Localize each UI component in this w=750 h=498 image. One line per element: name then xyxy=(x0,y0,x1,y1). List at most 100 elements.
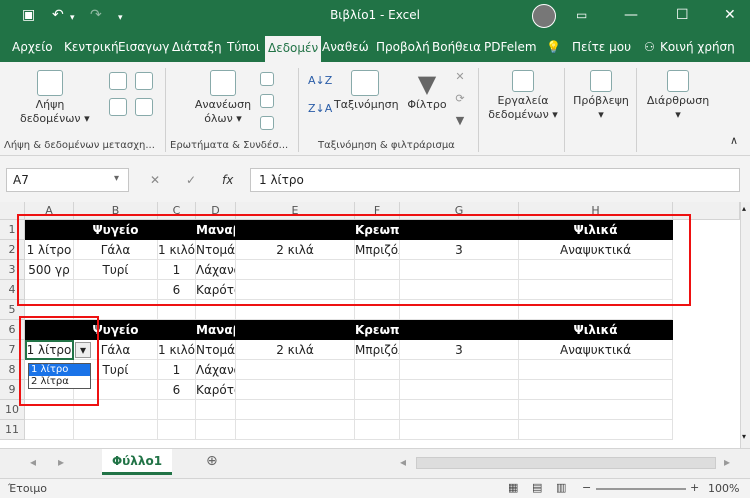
page-break-icon[interactable]: ▥ xyxy=(556,481,566,494)
table-cell[interactable] xyxy=(236,380,355,400)
table-cell[interactable]: Τυρί xyxy=(74,260,158,280)
empty-cell[interactable] xyxy=(519,400,673,420)
empty-cell[interactable] xyxy=(355,400,400,420)
table-cell[interactable]: Μπριζόλες xyxy=(355,340,400,360)
row-header[interactable]: 5 xyxy=(0,300,25,320)
table-cell[interactable]: Λάχανο xyxy=(196,360,236,380)
row-header[interactable]: 3 xyxy=(0,260,25,280)
hscroll-right-icon[interactable]: ▸ xyxy=(724,455,730,469)
table-cell[interactable]: 3 xyxy=(400,340,519,360)
table-cell[interactable]: Ντομάτες xyxy=(196,240,236,260)
from-text-button[interactable] xyxy=(108,72,128,92)
sheet-tab-1[interactable]: Φύλλο1 xyxy=(102,449,172,475)
zoom-level[interactable]: 100% xyxy=(708,482,739,495)
row-header[interactable]: 2 xyxy=(0,240,25,260)
row-header[interactable]: 8 xyxy=(0,360,25,380)
table-cell[interactable]: 1 xyxy=(158,260,196,280)
table-header-cell[interactable] xyxy=(236,220,355,240)
table-cell[interactable] xyxy=(400,260,519,280)
validation-dropdown-list[interactable]: 1 λίτρο 2 λίτρα xyxy=(28,363,91,389)
hscroll-left-icon[interactable]: ◂ xyxy=(400,455,406,469)
validation-dropdown-arrow-icon[interactable]: ▾ xyxy=(75,342,91,358)
table-cell[interactable]: 6 xyxy=(158,280,196,300)
empty-cell[interactable] xyxy=(236,400,355,420)
table-cell[interactable]: 1 λίτρο xyxy=(25,240,74,260)
empty-cell[interactable] xyxy=(158,420,196,440)
row-header[interactable]: 7 xyxy=(0,340,25,360)
table-cell[interactable] xyxy=(236,260,355,280)
lightbulb-icon[interactable]: 💡 xyxy=(546,32,561,62)
insert-function-icon[interactable]: fx xyxy=(222,173,233,187)
forecast-button[interactable]: Πρόβλεψη ▾ xyxy=(570,70,632,122)
table-cell[interactable]: 6 xyxy=(158,380,196,400)
table-header-cell[interactable]: Ψυγείο xyxy=(74,220,158,240)
tab-layout[interactable]: Διάταξη xyxy=(172,32,222,62)
tell-me[interactable]: Πείτε μου xyxy=(572,32,631,62)
refresh-all-button[interactable]: Ανανέωση όλων ▾ xyxy=(190,70,256,126)
table-cell[interactable]: 3 xyxy=(400,240,519,260)
column-header[interactable]: F xyxy=(355,202,400,220)
table-header-cell[interactable]: Ψιλικά xyxy=(519,320,673,340)
table-cell[interactable] xyxy=(519,360,673,380)
row-header[interactable]: 9 xyxy=(0,380,25,400)
dropdown-option[interactable]: 2 λίτρα xyxy=(29,376,90,388)
zoom-in-icon[interactable]: + xyxy=(690,481,699,494)
empty-cell[interactable] xyxy=(74,400,158,420)
table-cell[interactable] xyxy=(236,360,355,380)
tab-data[interactable]: Δεδομέν xyxy=(265,36,322,62)
table-cell[interactable] xyxy=(355,260,400,280)
empty-cell[interactable] xyxy=(25,400,74,420)
empty-cell[interactable] xyxy=(74,300,158,320)
sort-za-button[interactable]: Z↓A xyxy=(308,102,332,116)
tab-file[interactable]: Αρχείο xyxy=(12,32,53,62)
cancel-icon[interactable]: ✕ xyxy=(150,173,160,187)
table-cell[interactable]: 1 κιλό xyxy=(158,340,196,360)
empty-cell[interactable] xyxy=(355,420,400,440)
column-header[interactable]: G xyxy=(400,202,519,220)
table-cell[interactable]: Αναψυκτικά xyxy=(519,240,673,260)
row-header[interactable]: 10 xyxy=(0,400,25,420)
table-cell[interactable] xyxy=(236,280,355,300)
name-box[interactable]: A7 xyxy=(6,168,129,192)
empty-cell[interactable] xyxy=(400,300,519,320)
tab-review[interactable]: Αναθεώ xyxy=(322,32,369,62)
table-cell[interactable] xyxy=(519,380,673,400)
table-cell[interactable] xyxy=(400,360,519,380)
close-icon[interactable]: ✕ xyxy=(724,6,736,24)
table-cell[interactable]: Ντομάτες xyxy=(196,340,236,360)
filter-button[interactable]: ▼ Φίλτρο xyxy=(404,70,450,112)
enter-icon[interactable]: ✓ xyxy=(186,173,196,187)
empty-cell[interactable] xyxy=(196,420,236,440)
existing-connections-button[interactable] xyxy=(134,98,154,118)
add-sheet-icon[interactable]: ⊕ xyxy=(206,453,218,469)
table-header-cell[interactable]: Μαναβική xyxy=(196,320,236,340)
empty-cell[interactable] xyxy=(25,300,74,320)
page-layout-icon[interactable]: ▤ xyxy=(532,481,542,494)
table-cell[interactable]: Γάλα xyxy=(74,240,158,260)
sheet-next-icon[interactable]: ▸ xyxy=(58,455,64,469)
properties-button[interactable] xyxy=(258,94,276,110)
table-cell[interactable]: Λάχανο xyxy=(196,260,236,280)
table-header-cell[interactable]: Κρεωπολείο xyxy=(355,320,400,340)
row-header[interactable]: 11 xyxy=(0,420,25,440)
get-data-button[interactable]: Λήψη δεδομένων ▾ xyxy=(20,70,90,126)
empty-cell[interactable] xyxy=(236,420,355,440)
table-cell[interactable]: Αναψυκτικά xyxy=(519,340,673,360)
table-cell[interactable]: 1 κιλό xyxy=(158,240,196,260)
clear-button[interactable]: ✕ xyxy=(452,70,468,84)
recent-sources-button[interactable] xyxy=(134,72,154,92)
table-header-cell[interactable]: Ψιλικά xyxy=(519,220,673,240)
reapply-button[interactable]: ⟳ xyxy=(452,92,468,106)
table-cell[interactable] xyxy=(400,280,519,300)
outline-button[interactable]: Διάρθρωση ▾ xyxy=(642,70,714,122)
tab-help[interactable]: Βοήθεια xyxy=(432,32,481,62)
table-cell[interactable] xyxy=(355,360,400,380)
collapse-ribbon-icon[interactable]: ∧ xyxy=(730,134,738,148)
select-all-corner[interactable] xyxy=(0,202,25,220)
tab-view[interactable]: Προβολή xyxy=(376,32,430,62)
dropdown-option[interactable]: 1 λίτρο xyxy=(29,364,90,376)
table-cell[interactable]: Καρότα xyxy=(196,380,236,400)
column-header[interactable]: H xyxy=(519,202,673,220)
horizontal-scrollbar[interactable] xyxy=(416,457,716,469)
advanced-button[interactable]: ▼ xyxy=(452,114,468,128)
